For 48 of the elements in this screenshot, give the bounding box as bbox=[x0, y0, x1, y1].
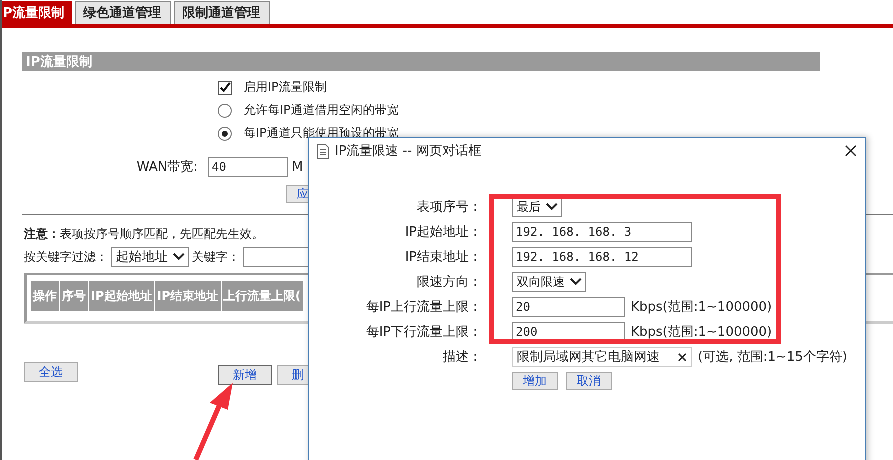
add-button[interactable]: 增加 bbox=[512, 372, 558, 390]
section-header: IP流量限制 bbox=[22, 52, 820, 71]
radio-button[interactable] bbox=[218, 104, 232, 118]
input-field[interactable]: 40 bbox=[208, 157, 288, 177]
document-icon bbox=[317, 144, 329, 158]
tab[interactable]: 绿色通道管理 bbox=[74, 1, 171, 24]
input-field[interactable]: 20 bbox=[512, 297, 625, 317]
input-field[interactable]: 限制局域网其它电脑网速 bbox=[512, 347, 692, 367]
add-button[interactable]: 新增 bbox=[218, 365, 272, 385]
tab[interactable]: P流量限制 bbox=[2, 1, 72, 24]
column-header: 序号 bbox=[60, 281, 89, 311]
radio-button[interactable] bbox=[218, 126, 232, 140]
clear-icon[interactable] bbox=[678, 352, 687, 362]
field-label: IP结束地址： bbox=[404, 249, 483, 266]
caret-icon bbox=[569, 276, 583, 288]
input-field[interactable]: 200 bbox=[512, 322, 625, 342]
select-field[interactable]: 起始地址 bbox=[111, 247, 189, 267]
caret-icon bbox=[172, 251, 186, 263]
range-hint: (可选, 范围:1~15个字符) bbox=[698, 349, 848, 366]
select-all-button[interactable]: 全选 bbox=[24, 362, 78, 382]
option-label: 允许每IP通道借用空闲的带宽 bbox=[244, 102, 399, 119]
filter-label: 按关键字过滤： bbox=[24, 248, 108, 266]
input-field[interactable]: 192. 168. 168. 12 bbox=[512, 247, 692, 267]
dialog-title: IP流量限速 -- 网页对话框 bbox=[335, 143, 482, 160]
field-label: IP起始地址： bbox=[404, 224, 483, 241]
field-label: 表项序号： bbox=[416, 199, 483, 216]
close-icon[interactable] bbox=[845, 145, 857, 157]
range-hint: Kbps(范围:1~100000) bbox=[631, 324, 772, 341]
column-header: 操作 bbox=[31, 281, 60, 311]
field-label: 每IP下行流量上限： bbox=[365, 324, 483, 341]
tab[interactable]: 限制通道管理 bbox=[174, 1, 270, 24]
range-hint: Kbps(范围:1~100000) bbox=[631, 299, 772, 316]
unit-label: M bbox=[292, 160, 304, 174]
column-header: IP结束地址 bbox=[155, 281, 222, 311]
field-label: WAN带宽: bbox=[136, 159, 199, 176]
column-header: IP起始地址 bbox=[89, 281, 156, 311]
field-label: 每IP上行流量上限： bbox=[365, 299, 483, 316]
field-label: 限速方向： bbox=[416, 274, 483, 291]
checkbox[interactable] bbox=[218, 80, 232, 94]
field-label: 描述： bbox=[442, 349, 483, 366]
column-header: 上行流量上限( bbox=[222, 281, 304, 311]
input-field[interactable]: 192. 168. 168. 3 bbox=[512, 222, 692, 242]
keyword-label: 关键字： bbox=[192, 248, 240, 266]
cancel-button[interactable]: 取消 bbox=[566, 372, 612, 390]
select-field[interactable]: 双向限速 bbox=[512, 272, 586, 292]
note-text: 注意：表项按序号顺序匹配，先匹配先生效。 bbox=[24, 226, 264, 243]
caret-icon bbox=[545, 201, 559, 213]
option-label: 启用IP流量限制 bbox=[244, 79, 327, 96]
